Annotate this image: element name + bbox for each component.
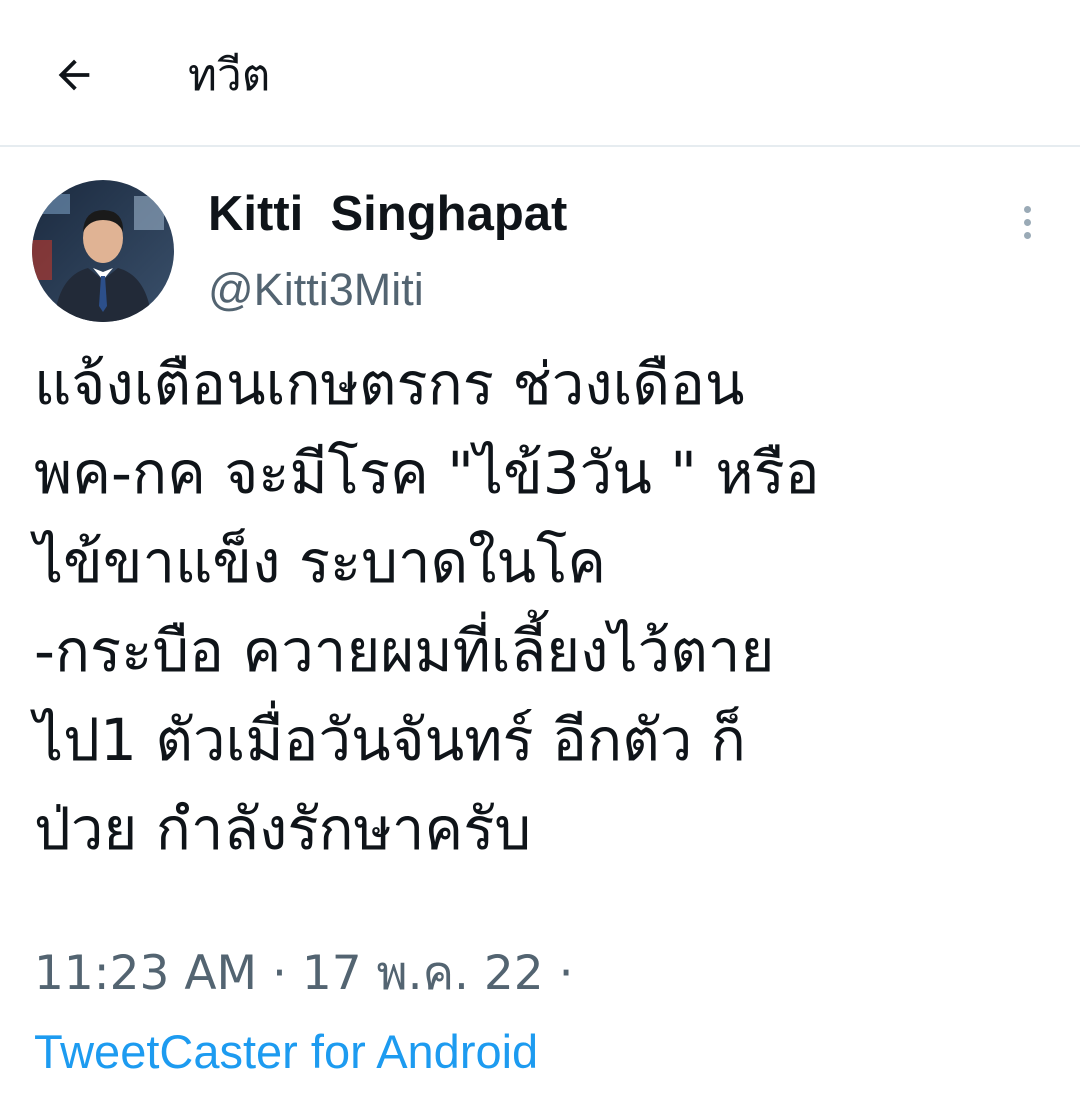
avatar[interactable] (32, 180, 174, 322)
page-title: ทวีต (188, 50, 271, 101)
more-options-button[interactable] (1004, 196, 1050, 248)
more-vertical-icon (1023, 205, 1031, 213)
more-vertical-icon-dot (1023, 218, 1031, 226)
more-vertical-icon-dot (1023, 231, 1031, 239)
tweet-text-line: แจ้งเตือนเกษตรกร ช่วงเดือน (34, 350, 745, 418)
tweet-text-line: ไข้ขาแข็ง ระบาดในโค (34, 528, 607, 596)
tweet-text-line: พค-กค จะมีโรค "ไข้3วัน " หรือ (34, 439, 820, 507)
tweet-text: แจ้งเตือนเกษตรกร ช่วงเดือน พค-กค จะมีโรค… (34, 340, 1054, 874)
tweet-text-line: ไป1 ตัวเมื่อวันจันทร์ อีกตัว ก็ (34, 706, 746, 774)
user-avatar (32, 180, 174, 322)
tweet-timestamp: 11:23 AM · 17 พ.ค. 22 · (34, 946, 574, 1001)
arrow-left-icon (58, 59, 90, 91)
tweet-text-line: ป่วย กำลังรักษาครับ (34, 795, 532, 863)
tweet-source-link[interactable]: TweetCaster for Android (34, 1022, 538, 1082)
tweet-text-line: -กระบือ ควายผมที่เลี้ยงไว้ตาย (34, 617, 775, 685)
author-handle[interactable]: @Kitti3Miti (208, 262, 424, 318)
author-display-name[interactable]: Kitti Singhapat (208, 184, 567, 244)
back-button[interactable] (40, 44, 108, 106)
top-bar: ทวีต (0, 0, 1080, 147)
